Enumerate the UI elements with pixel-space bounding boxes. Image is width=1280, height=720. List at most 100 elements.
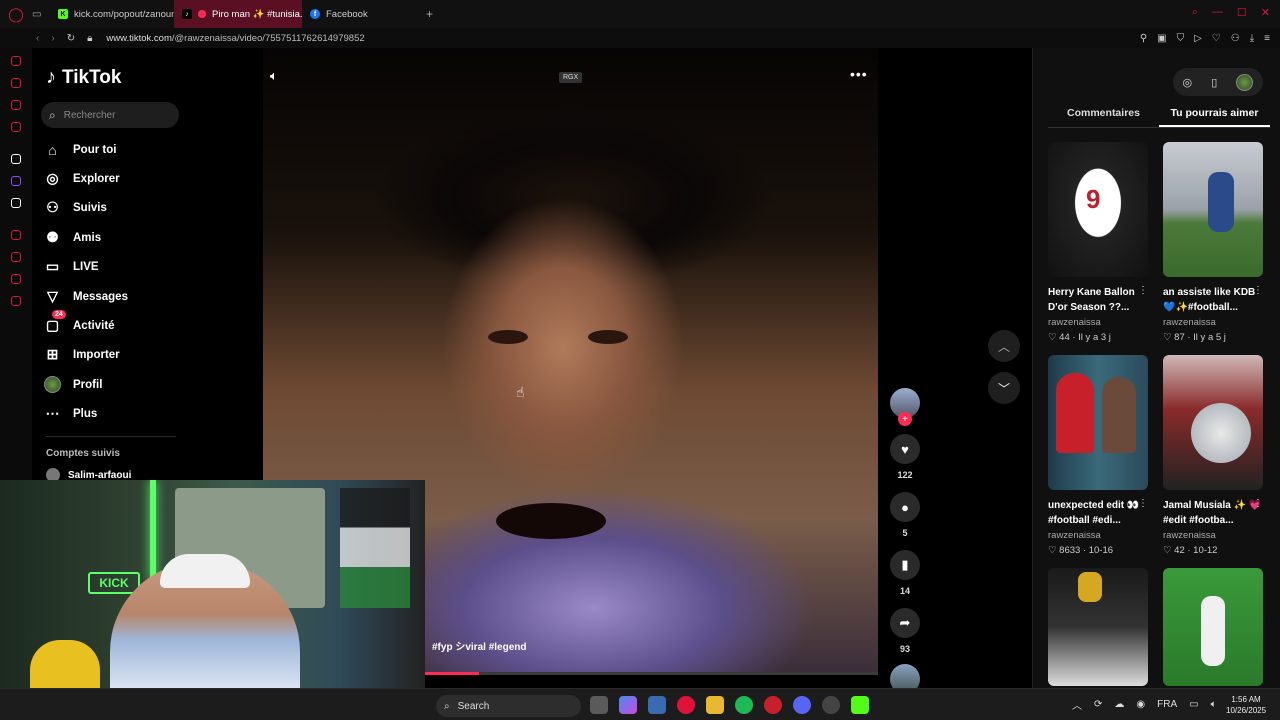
nav-live[interactable]: ▭ LIVE xyxy=(44,258,99,275)
minimize-icon[interactable]: — xyxy=(1212,6,1223,19)
video-thumbnail[interactable] xyxy=(1163,142,1263,277)
menu-icon[interactable]: ≡ xyxy=(1264,33,1270,44)
history-icon[interactable] xyxy=(11,230,21,240)
tab-menu-icon[interactable]: ▭ xyxy=(32,9,50,20)
download-icon[interactable]: ⤓ xyxy=(1250,33,1254,44)
opera-icon[interactable] xyxy=(677,696,695,714)
video-thumbnail[interactable] xyxy=(1048,355,1148,490)
task-view-icon[interactable] xyxy=(590,696,608,714)
profile-icon[interactable]: ⚇ xyxy=(1231,33,1240,44)
video-card[interactable]: unexpected edit 👀#football #edi... rawze… xyxy=(1048,355,1148,556)
app-icon[interactable] xyxy=(11,154,21,164)
card-user[interactable]: rawzenaissa xyxy=(1048,530,1148,541)
kick-app-icon[interactable] xyxy=(851,696,869,714)
reload-icon[interactable]: ↻ xyxy=(67,33,75,44)
tab-kick[interactable]: K kick.com/popout/zanoun... xyxy=(50,0,174,28)
previous-video-button[interactable]: ︿ xyxy=(988,330,1020,362)
extensions-icon[interactable] xyxy=(11,274,21,284)
cloud-icon[interactable]: ☁︎ xyxy=(1114,699,1124,710)
video-hashtags[interactable]: #fyp シviral #legend xyxy=(432,638,526,653)
video-card[interactable]: 9 Herry Kane Ballon D'or Season ??... ra… xyxy=(1048,142,1148,343)
nav-suivis[interactable]: ⚇ Suivis xyxy=(44,199,107,216)
follow-plus-icon[interactable]: + xyxy=(898,412,912,426)
new-tab-button[interactable]: + xyxy=(426,7,433,21)
file-explorer-icon[interactable] xyxy=(706,696,724,714)
device-icon[interactable]: ▯ xyxy=(1211,76,1217,89)
search-tabs-icon[interactable]: ⌕ xyxy=(1192,6,1198,19)
profile-avatar-icon[interactable] xyxy=(1236,73,1254,91)
nav-pour-toi[interactable]: ⌂ Pour toi xyxy=(44,141,116,158)
video-card[interactable]: Jamal Musiala ✨ 💗#edit #footba... rawzen… xyxy=(1163,355,1263,556)
nav-amis[interactable]: ⚉ Amis xyxy=(44,229,101,246)
aria-icon[interactable] xyxy=(11,56,21,66)
next-video-button[interactable]: ﹀ xyxy=(988,372,1020,404)
compass-icon[interactable]: ◎ xyxy=(1183,76,1193,89)
maximize-icon[interactable]: ☐ xyxy=(1237,6,1247,19)
video-card[interactable] xyxy=(1163,568,1263,686)
volume-icon[interactable]: 🔈︎ xyxy=(270,68,278,84)
nav-messages[interactable]: ▽ Messages xyxy=(44,288,128,305)
comment-button[interactable]: ● xyxy=(890,492,920,522)
chevron-up-icon[interactable]: ︿ xyxy=(1072,697,1082,712)
play-icon[interactable]: ▷ xyxy=(1194,33,1202,44)
twitch-icon[interactable] xyxy=(11,176,21,186)
settings-icon[interactable] xyxy=(11,296,21,306)
close-icon[interactable]: ✕ xyxy=(1261,6,1270,19)
video-card[interactable]: an assiste like KDB 💙✨#football... rawze… xyxy=(1163,142,1263,343)
snapshot-icon[interactable]: ▣ xyxy=(1157,33,1166,44)
video-thumbnail[interactable] xyxy=(1163,568,1263,686)
more-options-icon[interactable]: ••• xyxy=(850,66,868,82)
copilot-icon[interactable] xyxy=(619,696,637,714)
tab-tu-pourrais-aimer[interactable]: Tu pourrais aimer xyxy=(1159,104,1270,127)
workspaces-icon[interactable] xyxy=(11,78,21,88)
like-button[interactable]: ♥ xyxy=(890,434,920,464)
nav-profil[interactable]: Profil xyxy=(44,376,102,393)
store-icon[interactable] xyxy=(648,696,666,714)
card-more-icon[interactable]: ⋮ xyxy=(1253,498,1263,509)
card-more-icon[interactable]: ⋮ xyxy=(1138,498,1148,509)
forward-icon[interactable]: › xyxy=(51,33,54,44)
tab-commentaires[interactable]: Commentaires xyxy=(1048,104,1159,127)
messenger-icon[interactable] xyxy=(11,100,21,110)
player-icon[interactable] xyxy=(11,122,21,132)
card-more-icon[interactable]: ⋮ xyxy=(1138,285,1148,296)
taskbar-search[interactable]: ⌕ Search xyxy=(436,695,581,717)
creator-avatar[interactable]: + xyxy=(890,388,920,426)
tab-tiktok[interactable]: ♪ Piro man ✨ #tunisia... xyxy=(174,0,302,28)
card-user[interactable]: rawzenaissa xyxy=(1163,530,1263,541)
video-progress-bar[interactable] xyxy=(425,672,878,675)
network-icon[interactable]: ⟳ xyxy=(1094,699,1102,710)
heart-icon[interactable]: ♡ xyxy=(1212,33,1221,44)
spotify-icon[interactable] xyxy=(735,696,753,714)
discord-icon[interactable] xyxy=(793,696,811,714)
nav-plus[interactable]: ⋯ Plus xyxy=(44,405,98,422)
tiktok-logo[interactable]: ♪ TikTok xyxy=(46,66,121,89)
audio-playing-icon[interactable] xyxy=(198,10,206,18)
x-icon[interactable] xyxy=(11,198,21,208)
speaker-icon[interactable]: 🔈︎ xyxy=(1211,699,1217,710)
video-card[interactable] xyxy=(1048,568,1148,686)
video-thumbnail[interactable]: 9 xyxy=(1048,142,1148,277)
shield-icon[interactable]: ⛉ xyxy=(1177,33,1185,44)
opera-logo-icon[interactable]: ◯ xyxy=(0,0,32,28)
nav-importer[interactable]: ⊞ Importer xyxy=(44,346,120,363)
language-indicator[interactable]: FRA xyxy=(1157,699,1177,710)
obs-icon[interactable] xyxy=(822,696,840,714)
video-thumbnail[interactable] xyxy=(1163,355,1263,490)
card-user[interactable]: rawzenaissa xyxy=(1163,317,1263,328)
app-red-icon[interactable] xyxy=(764,696,782,714)
card-more-icon[interactable]: ⋮ xyxy=(1253,285,1263,296)
nav-explorer[interactable]: ◎ Explorer xyxy=(44,170,119,187)
search-input[interactable]: ⌕ Rechercher xyxy=(41,102,179,128)
save-button[interactable]: ▮ xyxy=(890,550,920,580)
back-icon[interactable]: ‹ xyxy=(36,33,39,44)
clock[interactable]: 1:56 AM 10/26/2025 xyxy=(1226,694,1266,716)
wifi-icon[interactable]: ◉ xyxy=(1136,699,1145,710)
video-thumbnail[interactable] xyxy=(1048,568,1148,686)
card-user[interactable]: rawzenaissa xyxy=(1048,317,1148,328)
pin-icon[interactable]: ⚲ xyxy=(1140,33,1147,44)
nav-activite[interactable]: ▢ 24 Activité xyxy=(44,310,115,334)
share-button[interactable]: ➦ xyxy=(890,608,920,638)
tab-facebook[interactable]: f Facebook xyxy=(302,0,422,28)
clock-icon[interactable] xyxy=(11,252,21,262)
